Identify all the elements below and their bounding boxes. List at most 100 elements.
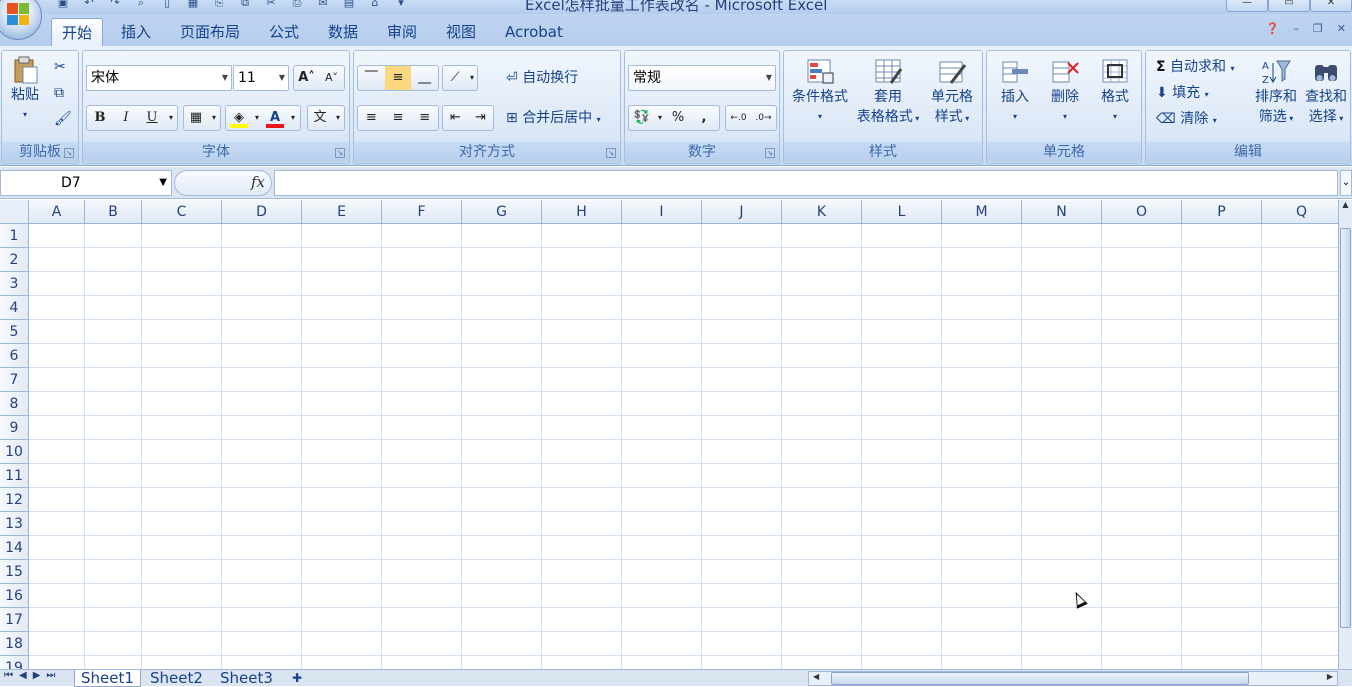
column-header[interactable]: J xyxy=(702,200,782,224)
row-header[interactable]: 17 xyxy=(0,608,29,632)
conditional-format-button[interactable]: 条件格式 ▾ xyxy=(788,57,852,127)
fill-button[interactable]: ⬇ 填充 ▾ xyxy=(1156,81,1209,105)
column-header[interactable]: N xyxy=(1022,200,1102,224)
tab-acrobat[interactable]: Acrobat xyxy=(495,18,573,46)
column-header[interactable]: Q xyxy=(1262,200,1338,224)
column-header[interactable]: H xyxy=(542,200,622,224)
column-header[interactable]: O xyxy=(1102,200,1182,224)
shrink-font-button[interactable]: A˅ xyxy=(319,66,344,90)
sheet-tab-1[interactable]: Sheet1 xyxy=(74,670,141,687)
vertical-scrollbar[interactable]: ▲ xyxy=(1338,200,1352,669)
horizontal-scrollbar[interactable]: ◀ ▶ xyxy=(808,671,1338,686)
format-cells-button[interactable]: 格式 ▾ xyxy=(1091,57,1139,127)
column-header[interactable]: F xyxy=(382,200,462,224)
scroll-left-icon[interactable]: ◀ xyxy=(813,672,819,681)
cut-icon[interactable]: ✂ xyxy=(258,0,284,10)
chevron-down-icon[interactable]: ▾ xyxy=(655,106,665,130)
autosum-button[interactable]: Σ 自动求和 ▾ xyxy=(1156,55,1235,79)
percent-button[interactable]: % xyxy=(665,106,691,130)
currency-icon[interactable]: 💱 xyxy=(629,106,655,130)
maximize-icon[interactable]: ▭ xyxy=(1268,0,1310,12)
row-header[interactable]: 16 xyxy=(0,584,29,608)
tab-insert[interactable]: 插入 xyxy=(111,18,161,46)
column-header[interactable]: P xyxy=(1182,200,1262,224)
name-box[interactable]: D7 ▼ xyxy=(0,170,172,196)
underline-button[interactable]: U xyxy=(139,106,165,130)
copy-icon[interactable]: ⧉ xyxy=(232,0,258,10)
row-header[interactable]: 2 xyxy=(0,248,29,272)
grid-icon[interactable]: ▦ xyxy=(180,0,206,10)
row-header[interactable]: 11 xyxy=(0,464,29,488)
email-icon[interactable]: ✉ xyxy=(310,0,336,10)
row-header[interactable]: 15 xyxy=(0,560,29,584)
border-button[interactable]: ▦ ▾ xyxy=(183,105,221,131)
decrease-indent-icon[interactable]: ⇤ xyxy=(443,106,468,130)
clipboard-launcher-icon[interactable]: ↘ xyxy=(64,148,74,158)
row-header[interactable]: 5 xyxy=(0,320,29,344)
print-preview-icon[interactable]: ⌕ xyxy=(128,0,154,10)
row-header[interactable]: 10 xyxy=(0,440,29,464)
alignment-launcher-icon[interactable]: ↘ xyxy=(606,148,616,158)
undo-icon[interactable]: ↶ xyxy=(76,0,102,10)
row-header[interactable]: 19 xyxy=(0,656,29,669)
align-bottom-icon[interactable]: ⎽ xyxy=(411,66,438,90)
font-color-button[interactable]: A xyxy=(262,106,288,130)
save-icon[interactable]: ▣ xyxy=(50,0,76,10)
scroll-up-icon[interactable]: ▲ xyxy=(1339,200,1352,209)
tab-data[interactable]: 数据 xyxy=(318,18,368,46)
insert-sheet-icon[interactable]: ✚ xyxy=(286,670,308,687)
minimize-icon[interactable]: — xyxy=(1226,0,1268,12)
row-header[interactable]: 6 xyxy=(0,344,29,368)
italic-button[interactable]: I xyxy=(113,106,139,130)
copy-button[interactable]: ⧉ xyxy=(54,81,64,105)
close-icon[interactable]: ✕ xyxy=(1310,0,1352,12)
row-header[interactable]: 18 xyxy=(0,632,29,656)
insert-cells-button[interactable]: 插入 ▾ xyxy=(991,57,1039,127)
find-select-button[interactable]: 查找和 选择 ▾ xyxy=(1302,57,1350,129)
paste-dropdown-icon[interactable]: ▾ xyxy=(5,105,45,125)
format-as-table-button[interactable]: 套用 表格格式 ▾ xyxy=(852,57,924,129)
help-icon[interactable]: ❓ xyxy=(1266,22,1280,35)
increase-decimal-icon[interactable]: ←.0 xyxy=(726,106,751,130)
bold-button[interactable]: B xyxy=(87,106,113,130)
sort-filter-button[interactable]: AZ 排序和 筛选 ▾ xyxy=(1252,57,1300,129)
row-header[interactable]: 9 xyxy=(0,416,29,440)
align-left-icon[interactable]: ≡ xyxy=(358,106,385,130)
number-format-select[interactable]: 常规 ▼ xyxy=(628,65,776,91)
orientation-button[interactable]: ⟋ ▾ xyxy=(442,65,478,91)
number-launcher-icon[interactable]: ↘ xyxy=(765,148,775,158)
doc-restore-icon[interactable]: ❐ xyxy=(1313,22,1323,35)
row-header[interactable]: 12 xyxy=(0,488,29,512)
column-header[interactable]: C xyxy=(142,200,222,224)
doc-minimize-icon[interactable]: – xyxy=(1293,22,1299,35)
chevron-down-icon[interactable]: ▾ xyxy=(288,106,298,130)
column-header[interactable]: A xyxy=(29,200,85,224)
column-header[interactable]: G xyxy=(462,200,542,224)
formula-input[interactable] xyxy=(274,170,1338,196)
open-icon[interactable]: ⌂ xyxy=(362,0,388,10)
select-all-button[interactable] xyxy=(0,200,29,224)
fill-color-button[interactable]: ◈ xyxy=(226,106,252,130)
format-painter-button[interactable]: 🖌 xyxy=(54,107,72,131)
row-header[interactable]: 7 xyxy=(0,368,29,392)
column-header[interactable]: M xyxy=(942,200,1022,224)
font-size-select[interactable]: 11 ▼ xyxy=(233,65,289,91)
delete-cells-button[interactable]: 删除 ▾ xyxy=(1041,57,1089,127)
scroll-right-icon[interactable]: ▶ xyxy=(1327,672,1333,681)
paste-button[interactable]: 粘贴 ▾ xyxy=(5,55,45,125)
sheet-tab-3[interactable]: Sheet3 xyxy=(214,670,279,687)
row-header[interactable]: 4 xyxy=(0,296,29,320)
print-icon[interactable]: ⎙ xyxy=(284,0,310,10)
align-right-icon[interactable]: ≡ xyxy=(411,106,438,130)
column-header[interactable]: I xyxy=(622,200,702,224)
vertical-scroll-thumb[interactable] xyxy=(1340,228,1351,628)
column-header[interactable]: K xyxy=(782,200,862,224)
row-header[interactable]: 13 xyxy=(0,512,29,536)
doc-close-icon[interactable]: ✕ xyxy=(1337,22,1346,35)
tab-page-layout[interactable]: 页面布局 xyxy=(170,18,250,46)
align-middle-icon[interactable]: ≡ xyxy=(384,66,412,90)
first-sheet-icon[interactable]: ⏮ xyxy=(4,670,13,681)
new-icon[interactable]: ▯ xyxy=(154,0,180,10)
row-header[interactable]: 8 xyxy=(0,392,29,416)
next-sheet-icon[interactable]: ▶ xyxy=(33,670,41,681)
